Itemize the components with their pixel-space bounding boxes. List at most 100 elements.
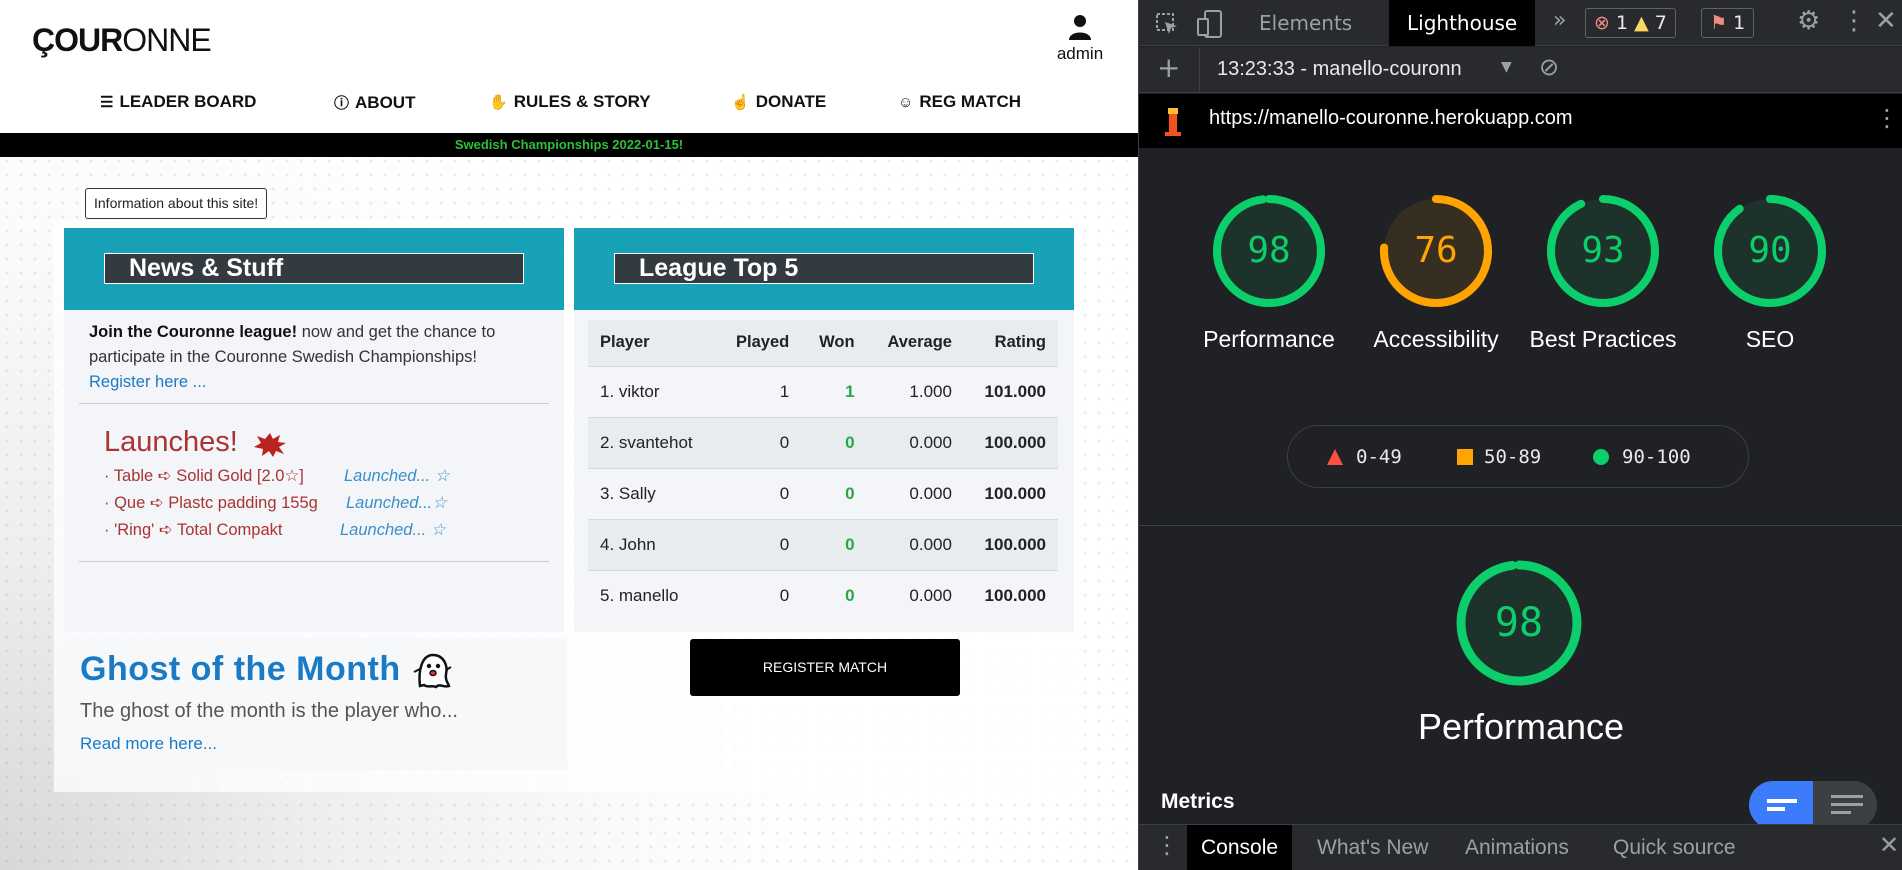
nav-reg-match[interactable]: ☺ REG MATCH [898, 92, 1021, 112]
col-player[interactable]: Player [588, 320, 717, 366]
info-button[interactable]: Information about this site! [85, 188, 268, 219]
col-rating[interactable]: Rating [963, 320, 1058, 366]
drawer-menu-icon[interactable]: ⋮ [1155, 831, 1179, 859]
device-toolbar-icon[interactable] [1197, 10, 1223, 38]
rating-cell: 101.000 [963, 365, 1058, 417]
table-row[interactable]: 5. manello 0 0 0.000 100.000 [588, 569, 1058, 621]
ghost-teaser: The ghost of the month is the player who… [80, 700, 458, 722]
expanded-view-icon[interactable] [1831, 793, 1863, 817]
add-report-icon[interactable]: + [1157, 51, 1180, 84]
close-drawer-icon[interactable]: ✕ [1879, 831, 1899, 859]
site-logo[interactable]: ÇOURONNE [32, 22, 212, 59]
launch-item: · Que ➪ Plastc padding 155g Launched...☆ [104, 494, 448, 512]
score-gauge-best-practices[interactable]: 93 [1545, 193, 1661, 309]
drawer-tab-quick-source[interactable]: Quick source [1599, 825, 1750, 870]
score-legend: 0-49 50-89 90-100 [1287, 425, 1749, 488]
nav-leader-board[interactable]: ☰ LEADER BOARD [100, 92, 256, 112]
report-menu-icon[interactable]: ⋮ [1875, 104, 1899, 132]
league-panel-header: League Top 5 [574, 228, 1074, 310]
table-row[interactable]: 3. Sally 0 0 0.000 100.000 [588, 467, 1058, 519]
col-played[interactable]: Played [716, 320, 802, 366]
rating-cell: 100.000 [963, 416, 1058, 468]
drawer-tab-console[interactable]: Console [1187, 825, 1293, 870]
nav-about[interactable]: ⓘ ABOUT [334, 92, 415, 113]
devtools-panel: Elements Lighthouse » ⊗ 1 ▲ 7 ⚑ 1 ⚙ ⋮ ✕ … [1138, 0, 1902, 870]
legend-fail: 0-49 [1356, 446, 1402, 468]
gauge-score: 76 [1414, 230, 1458, 271]
report-url[interactable]: https://manello-couronne.herokuapp.com [1209, 107, 1573, 130]
gauge-label: Performance [1203, 326, 1335, 352]
close-devtools-icon[interactable]: ✕ [1875, 6, 1897, 36]
league-panel: League Top 5 Player Played Won Average R… [574, 228, 1074, 632]
error-icon: ⊗ [1594, 12, 1610, 34]
clear-reports-icon[interactable]: ⊘ [1539, 53, 1559, 81]
launch-tag: Launched...☆ [346, 494, 448, 512]
drawer-tab-animations[interactable]: Animations [1451, 825, 1583, 870]
site-header: ÇOURONNE admin ☰ LEADER BOARD ⓘ ABOUT ✋ RUL… [0, 0, 1138, 133]
gauge-label: Best Practices [1529, 326, 1677, 352]
won-cell: 0 [801, 416, 867, 468]
metrics-view-toggle[interactable] [1749, 781, 1877, 829]
col-average[interactable]: Average [866, 320, 964, 366]
warning-icon: ▲ [1634, 12, 1649, 34]
average-cell: 1.000 [866, 365, 964, 417]
launch-tag: Launched... ☆ [344, 467, 450, 485]
played-cell: 0 [716, 518, 802, 570]
table-row[interactable]: 4. John 0 0 0.000 100.000 [588, 518, 1058, 570]
toggle-compact[interactable] [1749, 781, 1813, 829]
nav-rules-story[interactable]: ✋ RULES & STORY [489, 92, 651, 112]
won-cell: 0 [801, 518, 867, 570]
error-warning-badge[interactable]: ⊗ 1 ▲ 7 [1585, 8, 1676, 38]
average-cell: 0.000 [866, 518, 964, 570]
score-gauge-performance[interactable]: 98 [1455, 559, 1583, 687]
error-count: 1 [1615, 12, 1629, 34]
issues-icon: ⚑ [1710, 12, 1728, 34]
more-tabs-icon[interactable]: » [1553, 8, 1566, 33]
metrics-heading: Metrics [1161, 790, 1235, 813]
news-panel-header: News & Stuff [64, 228, 564, 310]
ghost-read-more-link[interactable]: Read more here... [80, 734, 217, 754]
won-cell: 1 [801, 365, 867, 417]
played-cell: 0 [716, 569, 802, 621]
tab-elements[interactable]: Elements [1241, 0, 1370, 46]
news-intro: Join the Couronne league! now and get th… [89, 323, 496, 391]
score-gauge-seo[interactable]: 90 [1712, 193, 1828, 309]
gauge-score: 90 [1748, 230, 1792, 271]
tab-lighthouse[interactable]: Lighthouse [1389, 0, 1536, 46]
user-menu[interactable]: admin [1050, 14, 1110, 64]
issues-badge[interactable]: ⚑ 1 [1701, 8, 1755, 38]
report-select[interactable]: 13:23:33 - manello-couronn [1217, 58, 1487, 81]
score-gauge-accessibility[interactable]: 76 [1378, 193, 1494, 309]
played-cell: 0 [716, 467, 802, 519]
lighthouse-toolbar: + 13:23:33 - manello-couronn ▼ ⊘ [1139, 47, 1902, 93]
register-match-button[interactable]: REGISTER MATCH [690, 639, 960, 696]
score-gauge-performance[interactable]: 98 [1211, 193, 1327, 309]
dropdown-arrow-icon[interactable]: ▼ [1501, 59, 1512, 75]
register-link[interactable]: Register here ... [89, 373, 206, 391]
nav-donate[interactable]: ☝ DONATE [731, 92, 826, 112]
table-header-row: Player Played Won Average Rating [588, 320, 1058, 366]
won-cell: 0 [801, 569, 867, 621]
launch-tag: Launched... ☆ [340, 521, 446, 539]
league-table: Player Played Won Average Rating 1. vikt… [588, 320, 1058, 621]
rating-cell: 100.000 [963, 467, 1058, 519]
issues-count: 1 [1733, 12, 1746, 34]
drawer-tab-whats-new[interactable]: What's New [1303, 825, 1442, 870]
fail-triangle-icon [1327, 449, 1343, 465]
pass-circle-icon [1593, 449, 1609, 465]
col-won[interactable]: Won [801, 320, 867, 366]
main-nav: ☰ LEADER BOARD ⓘ ABOUT ✋ RULES & STORY ☝ DON… [100, 92, 1050, 116]
username-label: admin [1056, 44, 1104, 63]
table-row[interactable]: 1. viktor 1 1 1.000 101.000 [588, 365, 1058, 417]
ghost-title: Ghost of the Month [80, 650, 401, 688]
burst-icon [254, 433, 286, 457]
kebab-menu-icon[interactable]: ⋮ [1841, 6, 1867, 36]
settings-icon[interactable]: ⚙ [1797, 6, 1820, 36]
inspect-element-icon[interactable] [1155, 12, 1179, 36]
table-row[interactable]: 2. svantehot 0 0 0.000 100.000 [588, 416, 1058, 468]
launch-item: · Table ➪ Solid Gold [2.0☆] Launched... … [104, 467, 450, 485]
warning-count: 7 [1654, 12, 1667, 34]
info-icon: ⓘ [334, 95, 350, 112]
website-viewport: ÇOURONNE admin ☰ LEADER BOARD ⓘ ABOUT ✋ RUL… [0, 0, 1138, 870]
league-title: League Top 5 [614, 253, 1034, 284]
